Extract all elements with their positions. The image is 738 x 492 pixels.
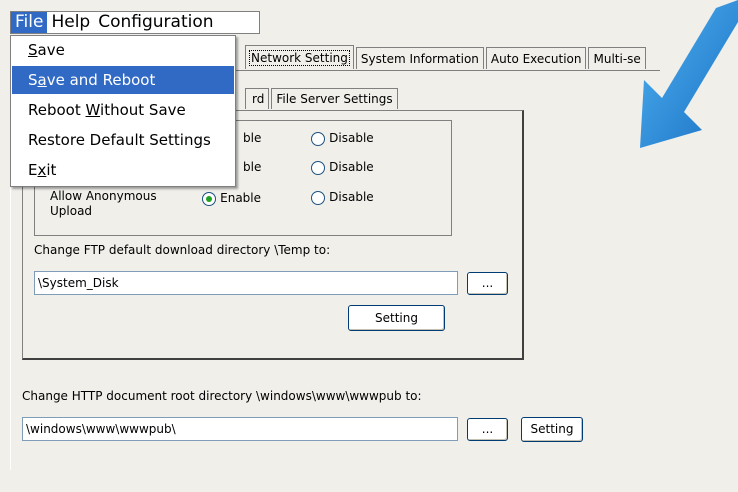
menu-item-exit[interactable]: Exit bbox=[12, 156, 234, 184]
radio-icon[interactable] bbox=[311, 160, 325, 175]
ftp-dir-label: Change FTP default download directory \T… bbox=[34, 243, 331, 257]
row1-disable-label: Disable bbox=[329, 131, 374, 145]
http-browse-button[interactable]: ... bbox=[467, 418, 508, 441]
ftp-browse-button[interactable]: ... bbox=[467, 272, 508, 295]
sub-tabs: rd File Server Settings bbox=[245, 88, 400, 109]
anonymous-disable-label: Disable bbox=[329, 190, 374, 204]
http-setting-button[interactable]: Setting bbox=[521, 417, 583, 442]
tab-auto-execution[interactable]: Auto Execution bbox=[485, 47, 587, 69]
menu-bar: File Help Configuration bbox=[10, 11, 260, 34]
pointer-arrow-icon bbox=[640, 0, 738, 148]
tab-system-information[interactable]: System Information bbox=[355, 47, 484, 69]
row1-enable-label: ble bbox=[243, 131, 262, 145]
http-dir-input[interactable]: \windows\www\wwwpub\ bbox=[22, 417, 458, 441]
menu-help[interactable]: Help bbox=[47, 12, 94, 33]
tab-multi-serial[interactable]: Multi-se bbox=[588, 47, 646, 69]
file-menu-dropdown: Save Save and Reboot Reboot Without Save… bbox=[10, 35, 236, 187]
anonymous-disable-option[interactable]: Disable bbox=[311, 190, 374, 205]
allow-anonymous-upload-label: Allow Anonymous Upload bbox=[50, 189, 157, 218]
anonymous-enable-option[interactable]: Enable bbox=[202, 191, 261, 206]
row2-disable-label: Disable bbox=[329, 160, 374, 174]
menu-item-save-and-reboot[interactable]: Save and Reboot bbox=[12, 66, 234, 94]
row2-enable-label: ble bbox=[243, 160, 262, 174]
ftp-dir-input[interactable]: \System_Disk bbox=[34, 271, 458, 295]
radio-icon[interactable] bbox=[311, 131, 325, 146]
menu-file[interactable]: File bbox=[11, 12, 48, 33]
radio-icon[interactable] bbox=[311, 190, 325, 205]
menu-configuration[interactable]: Configuration bbox=[94, 12, 217, 33]
menu-item-restore-default-settings[interactable]: Restore Default Settings bbox=[12, 126, 234, 154]
anonymous-enable-label: Enable bbox=[220, 191, 262, 205]
row2-disable-option[interactable]: Disable bbox=[311, 160, 374, 175]
menu-item-reboot-without-save[interactable]: Reboot Without Save bbox=[12, 96, 234, 124]
radio-selected-icon[interactable] bbox=[202, 191, 216, 206]
subtab-partial[interactable]: rd bbox=[245, 88, 270, 109]
row1-disable-option[interactable]: Disable bbox=[311, 131, 374, 146]
menu-item-save[interactable]: Save bbox=[12, 36, 234, 64]
subtab-file-server-settings[interactable]: File Server Settings bbox=[271, 88, 398, 109]
ftp-setting-button[interactable]: Setting bbox=[348, 305, 445, 331]
http-dir-label: Change HTTP document root directory \win… bbox=[22, 389, 422, 403]
tab-network-setting[interactable]: Network Setting bbox=[245, 45, 354, 69]
main-tabs: Network Setting System Information Auto … bbox=[245, 45, 648, 71]
